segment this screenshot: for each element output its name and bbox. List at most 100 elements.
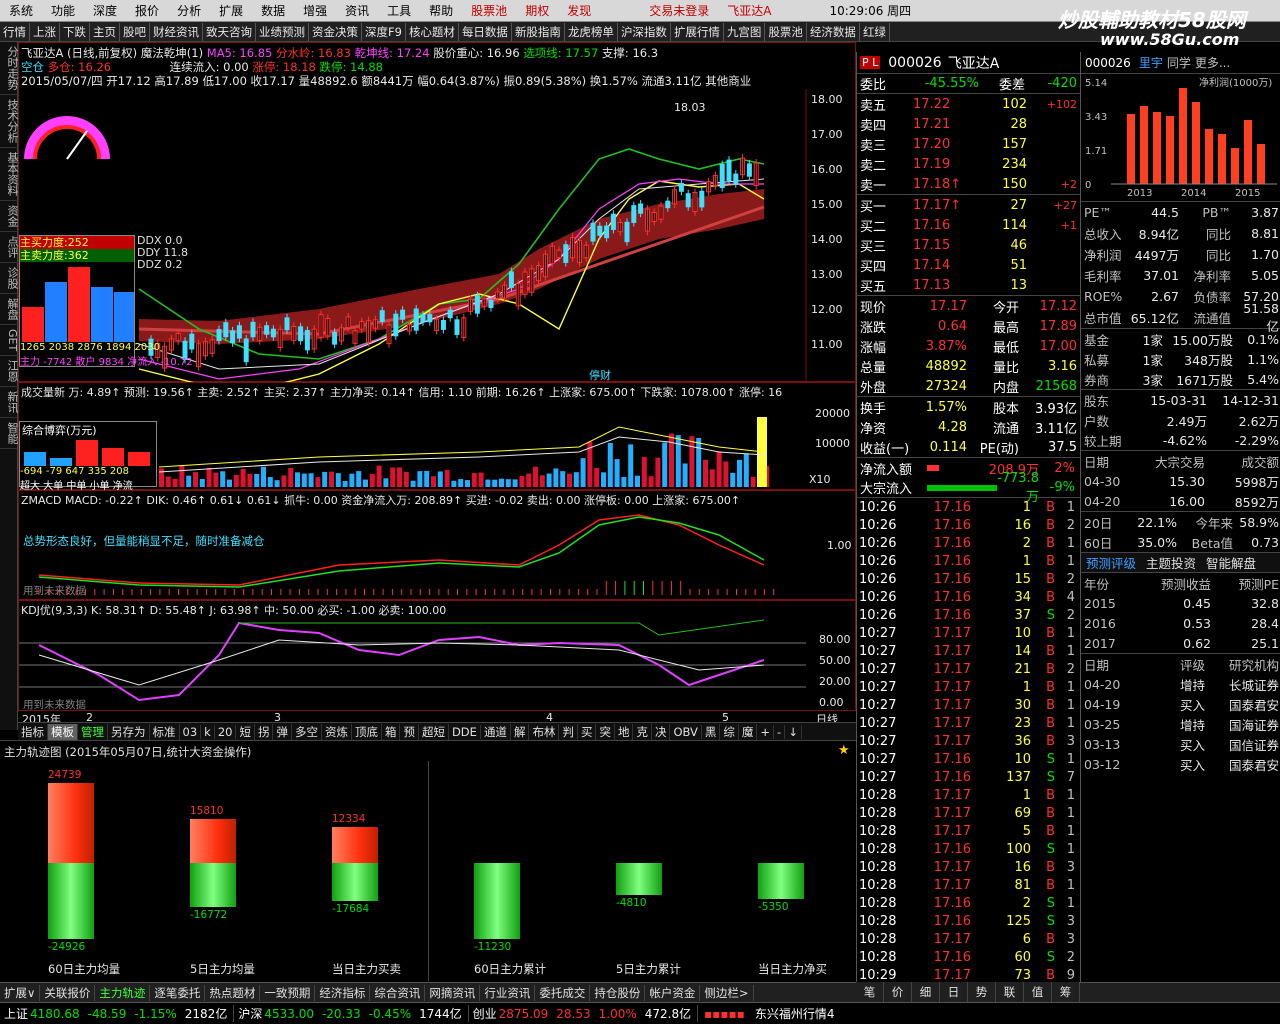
indicator-tab-11[interactable]: 多空 — [292, 723, 322, 740]
indicator-tab-5[interactable]: 03 — [180, 724, 202, 739]
leftnav-item-5[interactable]: 诊股 — [0, 263, 19, 294]
toolbar-item-12[interactable]: 新股指南 — [512, 22, 565, 41]
f10-tab-more[interactable]: 更多... — [1195, 54, 1230, 71]
indicator-tab-31[interactable]: + — [757, 724, 775, 739]
menu-3[interactable]: 报价 — [126, 0, 168, 22]
toolbar-item-13[interactable]: 龙虎榜单 — [565, 22, 618, 41]
volume-panel[interactable]: 成交量新 万: 4.89↑ 预测: 19.56↑ 主卖: 2.52↑ 主买: 2… — [18, 382, 856, 492]
toolbar-item-11[interactable]: 每日数据 — [459, 22, 512, 41]
index-name[interactable]: 沪深 — [234, 1005, 262, 1022]
indicator-tab-10[interactable]: 弹 — [273, 723, 292, 740]
indicator-tab-24[interactable]: 地 — [615, 723, 634, 740]
status-tab-0[interactable]: 扩展∨ — [0, 984, 41, 1001]
menu-4[interactable]: 分析 — [168, 0, 210, 22]
indicator-tab-27[interactable]: OBV — [670, 724, 702, 739]
toolbar-item-1[interactable]: 上涨 — [30, 22, 60, 41]
order-row[interactable]: 买五 17.13 13 — [857, 275, 1080, 295]
indicator-tab-18[interactable]: 通道 — [481, 723, 511, 740]
indicator-tab-26[interactable]: 决 — [652, 723, 671, 740]
status-tab-3[interactable]: 逐笔委托 — [150, 984, 206, 1001]
quote-tab-3[interactable]: 日 — [940, 982, 968, 1002]
quote-tab-7[interactable]: 筹 — [1052, 982, 1080, 1002]
quote-tab-5[interactable]: 联 — [996, 982, 1024, 1002]
indicator-tab-13[interactable]: 顶底 — [352, 723, 382, 740]
toolbar-item-5[interactable]: 财经资讯 — [150, 22, 203, 41]
indicator-tab-16[interactable]: 超短 — [419, 723, 449, 740]
status-tab-12[interactable]: 帐户资金 — [645, 984, 701, 1001]
toolbar-item-15[interactable]: 扩展行情 — [671, 22, 724, 41]
order-row[interactable]: 卖二 17.19 234 — [857, 154, 1080, 174]
status-tab-5[interactable]: 一致预期 — [260, 984, 316, 1001]
indicator-tab-30[interactable]: 魔 — [739, 723, 758, 740]
leftnav-item-2[interactable]: 基本资料 — [0, 148, 19, 201]
menu-7[interactable]: 增强 — [294, 0, 336, 22]
f10-tab-2[interactable]: 同学 — [1167, 54, 1191, 71]
menu-5[interactable]: 扩展 — [210, 0, 252, 22]
menu-8[interactable]: 资讯 — [336, 0, 378, 22]
order-row[interactable]: 卖三 17.20 157 — [857, 134, 1080, 154]
vol-x10[interactable]: X10 — [809, 473, 831, 486]
pl-badge[interactable]: P L — [860, 56, 881, 69]
leftnav-item-8[interactable]: 江恩 — [0, 356, 19, 388]
indicator-tab-0[interactable]: 指标 — [18, 723, 48, 740]
indicator-tab-2[interactable]: 管理 — [78, 723, 108, 740]
indicator-tab-12[interactable]: 资炼 — [322, 723, 352, 740]
chart-area[interactable]: 飞亚达A (日线,前复权) 魔法乾坤(1) MA5: 16.85 分水岭: 16… — [18, 42, 856, 730]
order-row[interactable]: 卖一 17.18↑ 150 +2 — [857, 174, 1080, 194]
toolbar-item-0[interactable]: 行情 — [0, 22, 30, 41]
indicator-tab-32[interactable]: - — [774, 724, 786, 739]
status-tab-1[interactable]: 关联报价 — [40, 984, 96, 1001]
indicator-tab-17[interactable]: DDE — [449, 724, 481, 739]
menu-11[interactable]: 股票池 — [462, 0, 516, 22]
menu-9[interactable]: 工具 — [378, 0, 420, 22]
toolbar-item-6[interactable]: 致天咨询 — [203, 22, 256, 41]
f10-tab-1[interactable]: 里宇 — [1139, 54, 1163, 71]
indicator-tab-33[interactable]: ↓ — [785, 724, 802, 739]
toolbar-item-3[interactable]: 主页 — [90, 22, 120, 41]
indicator-tab-3[interactable]: 另存为 — [108, 723, 150, 740]
quote-tab-2[interactable]: 细 — [912, 982, 940, 1002]
indicator-tab-4[interactable]: 标准 — [150, 723, 180, 740]
leftnav-item-7[interactable]: GET — [0, 325, 19, 357]
tick-list[interactable]: 10:26 17.16 1 B 1 10:26 17.16 16 B 2 10:26 17.16 2 B 1… — [857, 498, 1080, 984]
status-tab-8[interactable]: 网摘资讯 — [425, 984, 481, 1001]
kline-panel[interactable]: 飞亚达A (日线,前复权) 魔法乾坤(1) MA5: 16.85 分水岭: 16… — [18, 42, 856, 383]
status-tab-10[interactable]: 委托成交 — [535, 984, 591, 1001]
toolbar-item-8[interactable]: 资金决策 — [309, 22, 362, 41]
quote-tab-6[interactable]: 值 — [1024, 982, 1052, 1002]
order-row[interactable]: 买三 17.15 46 — [857, 235, 1080, 255]
indicator-tab-28[interactable]: 黑 — [702, 723, 721, 740]
leftnav-item-1[interactable]: 技术分析 — [0, 95, 19, 148]
order-row[interactable]: 卖四 17.21 28 — [857, 114, 1080, 134]
indicator-tab-9[interactable]: 拐 — [255, 723, 274, 740]
menu-12[interactable]: 期权 — [516, 0, 558, 22]
leftnav-item-4[interactable]: 点评 — [0, 232, 19, 263]
macd-panel[interactable]: ZMACD MACD: -0.22↑ DIK: 0.46↑ 0.61↓ 0.61… — [18, 490, 856, 600]
menu-1[interactable]: 功能 — [42, 0, 84, 22]
toolbar-item-17[interactable]: 股票池 — [765, 22, 807, 41]
indicator-tab-19[interactable]: 解 — [511, 723, 530, 740]
status-tab-6[interactable]: 经济指标 — [315, 984, 371, 1001]
toolbar-item-7[interactable]: 业绩预测 — [256, 22, 309, 41]
indicator-tab-1[interactable]: 模板 — [48, 723, 78, 740]
leftnav-item-10[interactable]: 智能 — [0, 418, 19, 450]
prediction-tab-2[interactable]: 智能解盘 — [1201, 553, 1261, 572]
indicator-tab-14[interactable]: 箱 — [382, 723, 401, 740]
quote-tab-4[interactable]: 势 — [968, 982, 996, 1002]
broker-feed[interactable]: 东兴福州行情4 — [751, 1005, 835, 1022]
menu-2[interactable]: 深度 — [84, 0, 126, 22]
toolbar-item-18[interactable]: 经济数据 — [807, 22, 860, 41]
indicator-tab-7[interactable]: 20 — [215, 724, 237, 739]
main-force-panel[interactable]: 主力轨迹图 (2015年05月07日,统计大资金操作) ★ 24739 -2492… — [0, 740, 856, 982]
order-row[interactable]: 买四 17.14 51 — [857, 255, 1080, 275]
quote-tab-0[interactable]: 笔 — [856, 982, 884, 1002]
menu-10[interactable]: 帮助 — [420, 0, 462, 22]
indicator-tab-21[interactable]: 判 — [559, 723, 578, 740]
indicator-tab-25[interactable]: 克 — [633, 723, 652, 740]
toolbar-item-4[interactable]: 股吧 — [120, 22, 150, 41]
status-tab-2[interactable]: 主力轨迹 — [95, 984, 151, 1001]
toolbar-item-10[interactable]: 核心题材 — [406, 22, 459, 41]
indicator-tab-22[interactable]: 买 — [578, 723, 597, 740]
login-status[interactable]: 交易未登录 — [640, 0, 718, 22]
kdj-panel[interactable]: KDJ优(9,3,3) K: 58.31↑ D: 55.48↑ J: 63.98… — [18, 600, 856, 712]
